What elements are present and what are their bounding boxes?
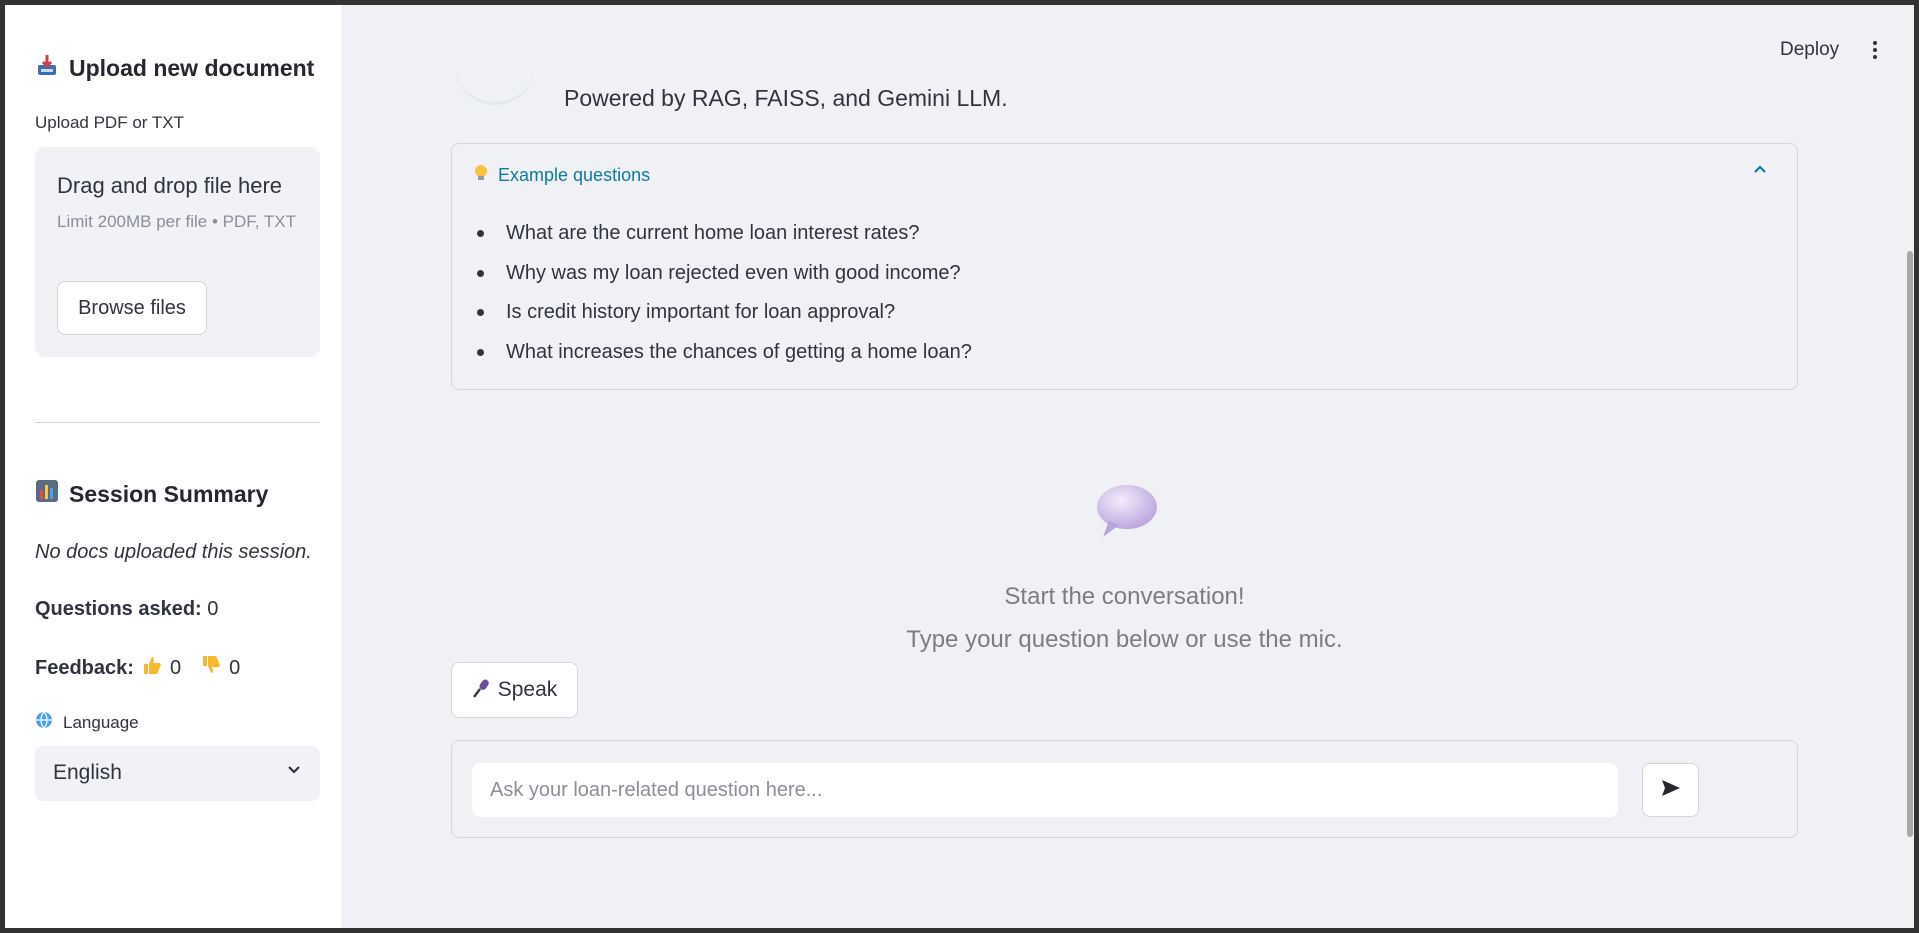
- bar-chart-icon: [35, 480, 59, 508]
- example-questions-toggle[interactable]: Example questions: [474, 164, 650, 187]
- chevron-up-icon[interactable]: [1753, 162, 1767, 176]
- file-dropzone[interactable]: Drag and drop file here Limit 200MB per …: [35, 147, 320, 357]
- list-item: What increases the chances of getting a …: [477, 333, 972, 373]
- upload-title-text: Upload new document: [69, 54, 315, 81]
- deploy-button[interactable]: Deploy: [1780, 39, 1839, 61]
- dropzone-limit-text: Limit 200MB per file • PDF, TXT: [57, 212, 296, 231]
- empty-state-title: Start the conversation!: [1004, 583, 1245, 610]
- light-bulb-icon: [474, 164, 488, 187]
- language-label-text: Language: [63, 712, 139, 732]
- thumbs-up-icon: [142, 655, 162, 681]
- main-scrollbar[interactable]: [1907, 251, 1913, 837]
- session-summary-title: Session Summary: [35, 480, 268, 508]
- example-question-text: What are the current home loan interest …: [506, 222, 920, 245]
- speech-bubble-icon: [1095, 483, 1159, 539]
- app-window: Upload new document Upload PDF or TXT Dr…: [5, 5, 1914, 928]
- thumbs-down-count: 0: [229, 656, 241, 679]
- example-questions-title: Example questions: [498, 165, 651, 185]
- questions-asked-value: 0: [207, 598, 219, 620]
- session-summary-text: Session Summary: [69, 480, 269, 507]
- thumbs-up-count: 0: [169, 656, 182, 679]
- main-menu-icon[interactable]: [1865, 35, 1885, 65]
- no-docs-message: No docs uploaded this session.: [35, 541, 312, 563]
- list-item: Why was my loan rejected even with good …: [477, 254, 972, 294]
- page-subtitle: Powered by RAG, FAISS, and Gemini LLM.: [564, 85, 1008, 111]
- example-question-text: Is credit history important for loan app…: [506, 301, 896, 324]
- inbox-tray-icon: [35, 53, 59, 83]
- list-item: Is credit history important for loan app…: [477, 293, 972, 333]
- sidebar-divider: [35, 422, 320, 423]
- dropzone-text: Drag and drop file here: [57, 173, 283, 198]
- language-selected-value: English: [53, 761, 122, 784]
- upload-field-label: Upload PDF or TXT: [35, 113, 184, 132]
- language-select[interactable]: English: [35, 746, 320, 801]
- microphone-icon: [472, 678, 490, 703]
- speak-button[interactable]: Speak: [451, 662, 578, 718]
- example-questions-list: What are the current home loan interest …: [477, 214, 972, 372]
- language-label: Language: [35, 711, 139, 734]
- feedback-stat: Feedback: 0 0: [35, 655, 252, 681]
- questions-asked-label: Questions asked:: [35, 598, 202, 620]
- header-logo: [455, 45, 535, 105]
- list-item: What are the current home loan interest …: [477, 214, 972, 254]
- sidebar: Upload new document Upload PDF or TXT Dr…: [5, 5, 341, 928]
- example-question-text: Why was my loan rejected even with good …: [506, 261, 961, 284]
- browse-files-button[interactable]: Browse files: [57, 281, 207, 335]
- upload-section-title: Upload new document: [35, 53, 314, 83]
- feedback-label: Feedback:: [35, 656, 134, 679]
- example-question-text: What increases the chances of getting a …: [506, 340, 972, 363]
- chat-question-input[interactable]: [472, 763, 1618, 817]
- globe-icon: [35, 711, 53, 734]
- chevron-down-icon: [286, 760, 302, 783]
- example-questions-expander: Example questions What are the current h…: [451, 143, 1798, 390]
- questions-asked-stat: Questions asked: 0: [35, 598, 218, 621]
- empty-state-subtitle: Type your question below or use the mic.: [906, 626, 1343, 653]
- chat-input-container: [451, 740, 1798, 838]
- send-button[interactable]: [1642, 763, 1699, 817]
- speak-button-label: Speak: [497, 678, 558, 701]
- thumbs-down-icon: [201, 655, 221, 681]
- send-arrow-icon: [1661, 779, 1681, 802]
